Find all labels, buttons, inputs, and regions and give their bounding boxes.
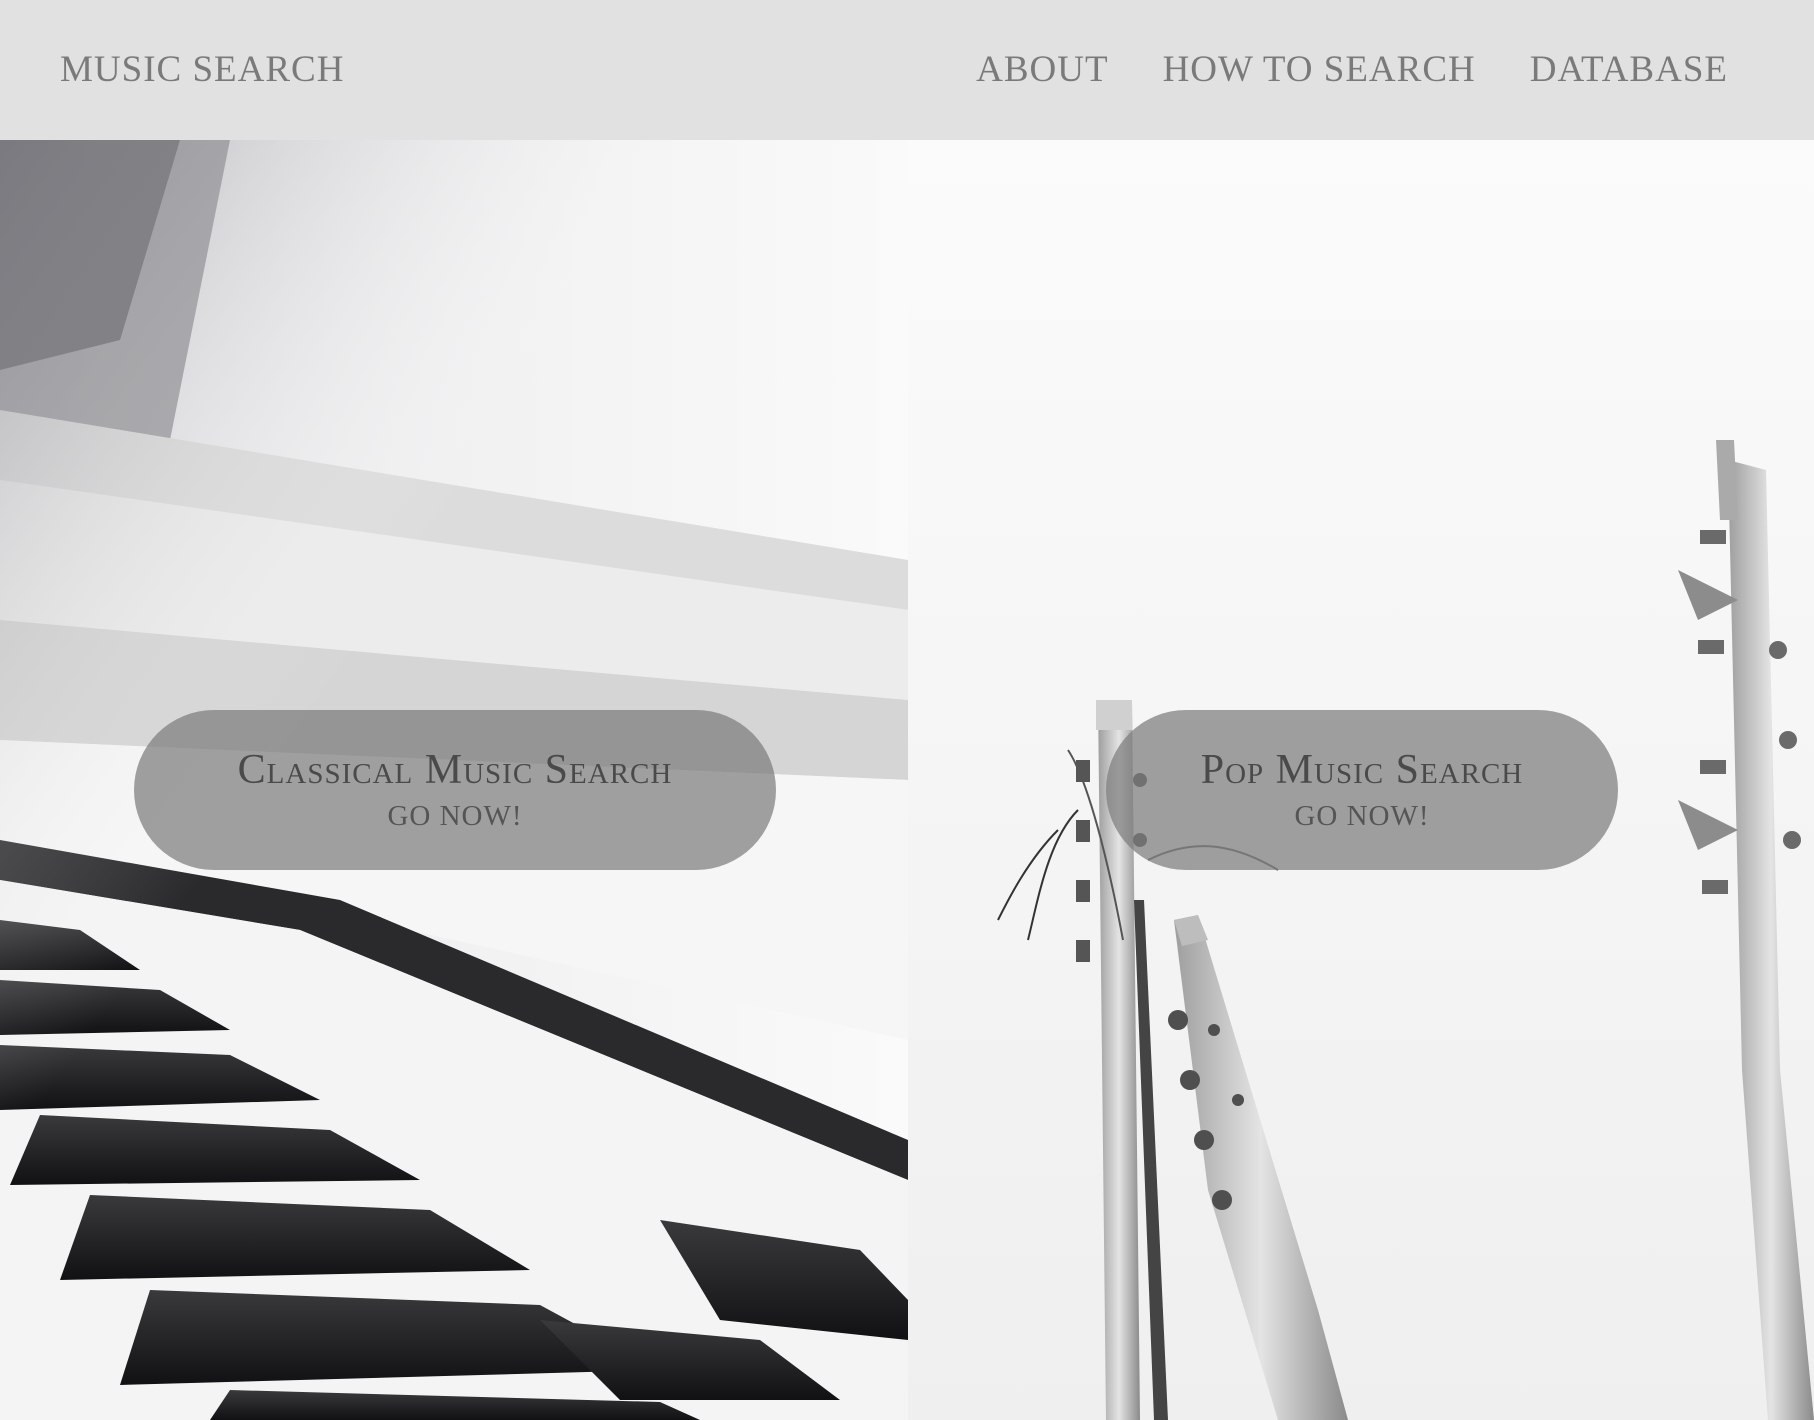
top-navigation-bar: MUSIC SEARCH ABOUT HOW TO SEARCH DATABAS… [0, 0, 1814, 140]
classical-go-now-label: GO NOW! [387, 799, 523, 832]
pop-go-now-label: GO NOW! [1294, 799, 1430, 832]
pop-search-button[interactable]: Pop Music Search GO NOW! [1106, 710, 1618, 870]
pop-search-title: Pop Music Search [1200, 747, 1524, 794]
classical-panel: Classical Music Search GO NOW! [0, 140, 908, 1420]
pop-panel: Pop Music Search GO NOW! [908, 140, 1814, 1420]
nav-link-how-to-search[interactable]: HOW TO SEARCH [1163, 48, 1476, 91]
brand-logo-link[interactable]: MUSIC SEARCH [60, 48, 344, 91]
nav-link-about[interactable]: ABOUT [976, 48, 1108, 91]
nav-link-database[interactable]: DATABASE [1530, 48, 1728, 91]
classical-search-button[interactable]: Classical Music Search GO NOW! [134, 710, 776, 870]
main-nav: ABOUT HOW TO SEARCH DATABASE [976, 48, 1728, 91]
classical-search-title: Classical Music Search [237, 747, 673, 794]
